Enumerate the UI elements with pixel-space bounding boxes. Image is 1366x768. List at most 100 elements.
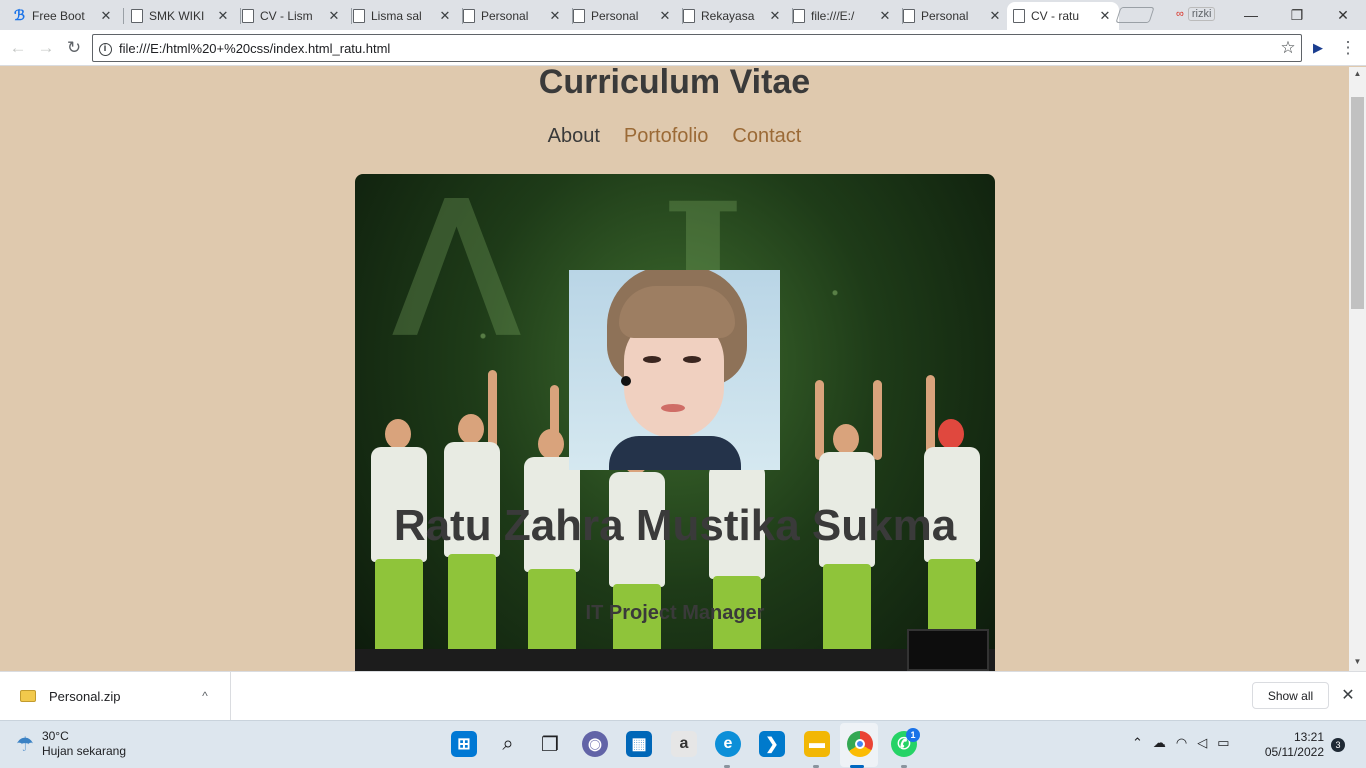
onedrive-cloud-icon[interactable]: ☁ — [1153, 735, 1166, 751]
address-bar[interactable]: i file:///E:/html%20+%20css/index.html_r… — [92, 34, 1302, 62]
forward-button[interactable]: → — [34, 36, 58, 60]
profile-photo — [569, 270, 780, 470]
tab-title: CV - Lism — [260, 9, 313, 23]
system-tray: ⌃ ☁ ◠ ◁ ▭ — [1132, 735, 1230, 751]
page-favicon-icon — [353, 9, 365, 23]
profile-chip[interactable]: ∞ rizki — [1176, 5, 1216, 23]
page-favicon-icon — [903, 9, 915, 23]
tab-title: Personal — [921, 9, 969, 23]
windows-taskbar: ☂ 30°C Hujan sekarang ⊞ ⌕ ❐ ◉ ▦ a e ❯ ▬ … — [0, 720, 1366, 768]
scrollbar-thumb[interactable] — [1351, 97, 1364, 309]
tab-title: Personal — [591, 9, 639, 23]
tab-close-icon[interactable]: ✕ — [1097, 8, 1113, 24]
chrome-icon[interactable] — [847, 731, 873, 757]
chat-icon[interactable]: ◉ — [582, 731, 608, 757]
clock-date: 05/11/2022 — [1264, 745, 1324, 759]
infinity-icon: ∞ — [1176, 8, 1184, 20]
scroll-up-icon[interactable]: ▲ — [1349, 67, 1366, 81]
tab-title: SMK WIKI — [149, 9, 205, 23]
page-favicon-icon — [463, 9, 475, 23]
browser-menu-icon[interactable]: ⋮ — [1336, 36, 1360, 60]
url-text[interactable]: file:///E:/html%20+%20css/index.html_rat… — [117, 41, 1275, 56]
download-shelf: Personal.zip ^ Show all ✕ — [0, 671, 1366, 720]
hero-stage — [355, 649, 995, 671]
page-favicon-icon — [573, 9, 585, 23]
tab-free-bootstrap[interactable]: ℬ Free Boot ✕ — [8, 2, 124, 30]
new-tab-button[interactable] — [1115, 7, 1155, 23]
tab-close-icon[interactable]: ✕ — [547, 8, 563, 24]
hero-stage-monitor — [907, 629, 989, 671]
tab-close-icon[interactable]: ✕ — [98, 8, 114, 24]
tab-title: CV - ratu — [1031, 9, 1080, 23]
store-icon[interactable]: ▦ — [626, 731, 652, 757]
show-all-button[interactable]: Show all — [1252, 682, 1329, 709]
tab-close-icon[interactable]: ✕ — [877, 8, 893, 24]
tab-cv-lisma[interactable]: CV - Lism ✕ — [236, 2, 352, 30]
weather-condition: Hujan sekarang — [41, 744, 126, 758]
profile-name: rizki — [1187, 7, 1216, 21]
page-favicon-icon — [131, 9, 143, 23]
task-view-icon[interactable]: ❐ — [537, 731, 563, 757]
tab-lisma-sal[interactable]: Lisma sal ✕ — [347, 2, 463, 30]
volume-icon[interactable]: ◁ — [1197, 735, 1207, 751]
start-menu-icon[interactable]: ⊞ — [451, 731, 477, 757]
minimize-button[interactable]: — — [1228, 0, 1274, 30]
tab-close-icon[interactable]: ✕ — [987, 8, 1003, 24]
file-explorer-icon[interactable]: ▬ — [804, 731, 830, 757]
weather-temperature: 30°C — [41, 729, 69, 743]
page-favicon-icon — [242, 9, 254, 23]
restore-button[interactable]: ❐ — [1274, 0, 1320, 30]
nav-portofolio-link[interactable]: Portofolio — [624, 125, 709, 148]
download-item[interactable]: Personal.zip ^ — [0, 672, 231, 720]
tab-title: Free Boot — [32, 9, 85, 23]
nav-about-link[interactable]: About — [548, 125, 600, 148]
tab-rekayasa[interactable]: Rekayasa ✕ — [677, 2, 793, 30]
tab-close-icon[interactable]: ✕ — [215, 8, 231, 24]
tab-personal-1[interactable]: Personal ✕ — [457, 2, 573, 30]
headset-mic-icon — [621, 376, 631, 386]
tab-strip: ℬ Free Boot ✕ SMK WIKI ✕ CV - Lism ✕ Lis… — [0, 0, 1366, 30]
scroll-down-icon[interactable]: ▼ — [1349, 655, 1366, 669]
extension-icon[interactable]: ▶ — [1306, 36, 1330, 60]
chevron-up-icon[interactable]: ⌃ — [1132, 735, 1143, 751]
tab-close-icon[interactable]: ✕ — [437, 8, 453, 24]
tab-personal-2[interactable]: Personal ✕ — [567, 2, 683, 30]
amazon-icon[interactable]: a — [671, 731, 697, 757]
close-shelf-icon[interactable]: ✕ — [1338, 685, 1358, 705]
tab-close-icon[interactable]: ✕ — [657, 8, 673, 24]
tab-personal-3[interactable]: Personal ✕ — [897, 2, 1013, 30]
site-info-icon[interactable]: i — [93, 40, 117, 56]
tab-close-icon[interactable]: ✕ — [326, 8, 342, 24]
close-window-button[interactable]: ✕ — [1320, 0, 1366, 30]
page-viewport: Curriculum Vitae About Portofolio Contac… — [0, 67, 1349, 671]
zip-file-icon — [20, 690, 36, 702]
weather-widget[interactable]: ☂ 30°C Hujan sekarang — [16, 729, 126, 759]
bootstrap-favicon-icon: ℬ — [14, 7, 26, 23]
download-filename[interactable]: Personal.zip — [49, 689, 194, 704]
tab-cv-ratu[interactable]: CV - ratu ✕ — [1007, 2, 1119, 30]
taskbar-clock[interactable]: 13:21 05/11/2022 — [1262, 730, 1324, 760]
page-favicon-icon — [1013, 9, 1025, 23]
chevron-up-icon[interactable]: ^ — [194, 689, 216, 703]
tab-title: Rekayasa — [701, 9, 755, 23]
page-scrollbar[interactable]: ▲ ▼ — [1349, 67, 1366, 671]
tab-smk-wiki[interactable]: SMK WIKI ✕ — [125, 2, 241, 30]
back-button[interactable]: ← — [6, 36, 30, 60]
search-icon[interactable]: ⌕ — [495, 731, 521, 757]
wifi-icon[interactable]: ◠ — [1176, 735, 1187, 751]
rain-umbrella-icon: ☂ — [16, 733, 34, 756]
notification-badge[interactable]: 3 — [1331, 738, 1345, 752]
page-favicon-icon — [793, 9, 805, 23]
bookmark-star-icon[interactable]: ☆ — [1275, 38, 1301, 58]
page-title: Curriculum Vitae — [538, 67, 811, 101]
nav-contact-link[interactable]: Contact — [732, 125, 801, 148]
tab-close-icon[interactable]: ✕ — [767, 8, 783, 24]
edge-icon[interactable]: e — [715, 731, 741, 757]
battery-icon[interactable]: ▭ — [1217, 735, 1229, 751]
profile-name: Ratu Zahra Mustika Sukma — [393, 501, 957, 550]
reload-button[interactable]: ↻ — [62, 36, 86, 60]
tab-file[interactable]: file:///E:/ ✕ — [787, 2, 903, 30]
whatsapp-badge: 1 — [906, 728, 920, 742]
vscode-icon[interactable]: ❯ — [759, 731, 785, 757]
browser-toolbar: ← → ↻ i file:///E:/html%20+%20css/index.… — [0, 30, 1366, 66]
